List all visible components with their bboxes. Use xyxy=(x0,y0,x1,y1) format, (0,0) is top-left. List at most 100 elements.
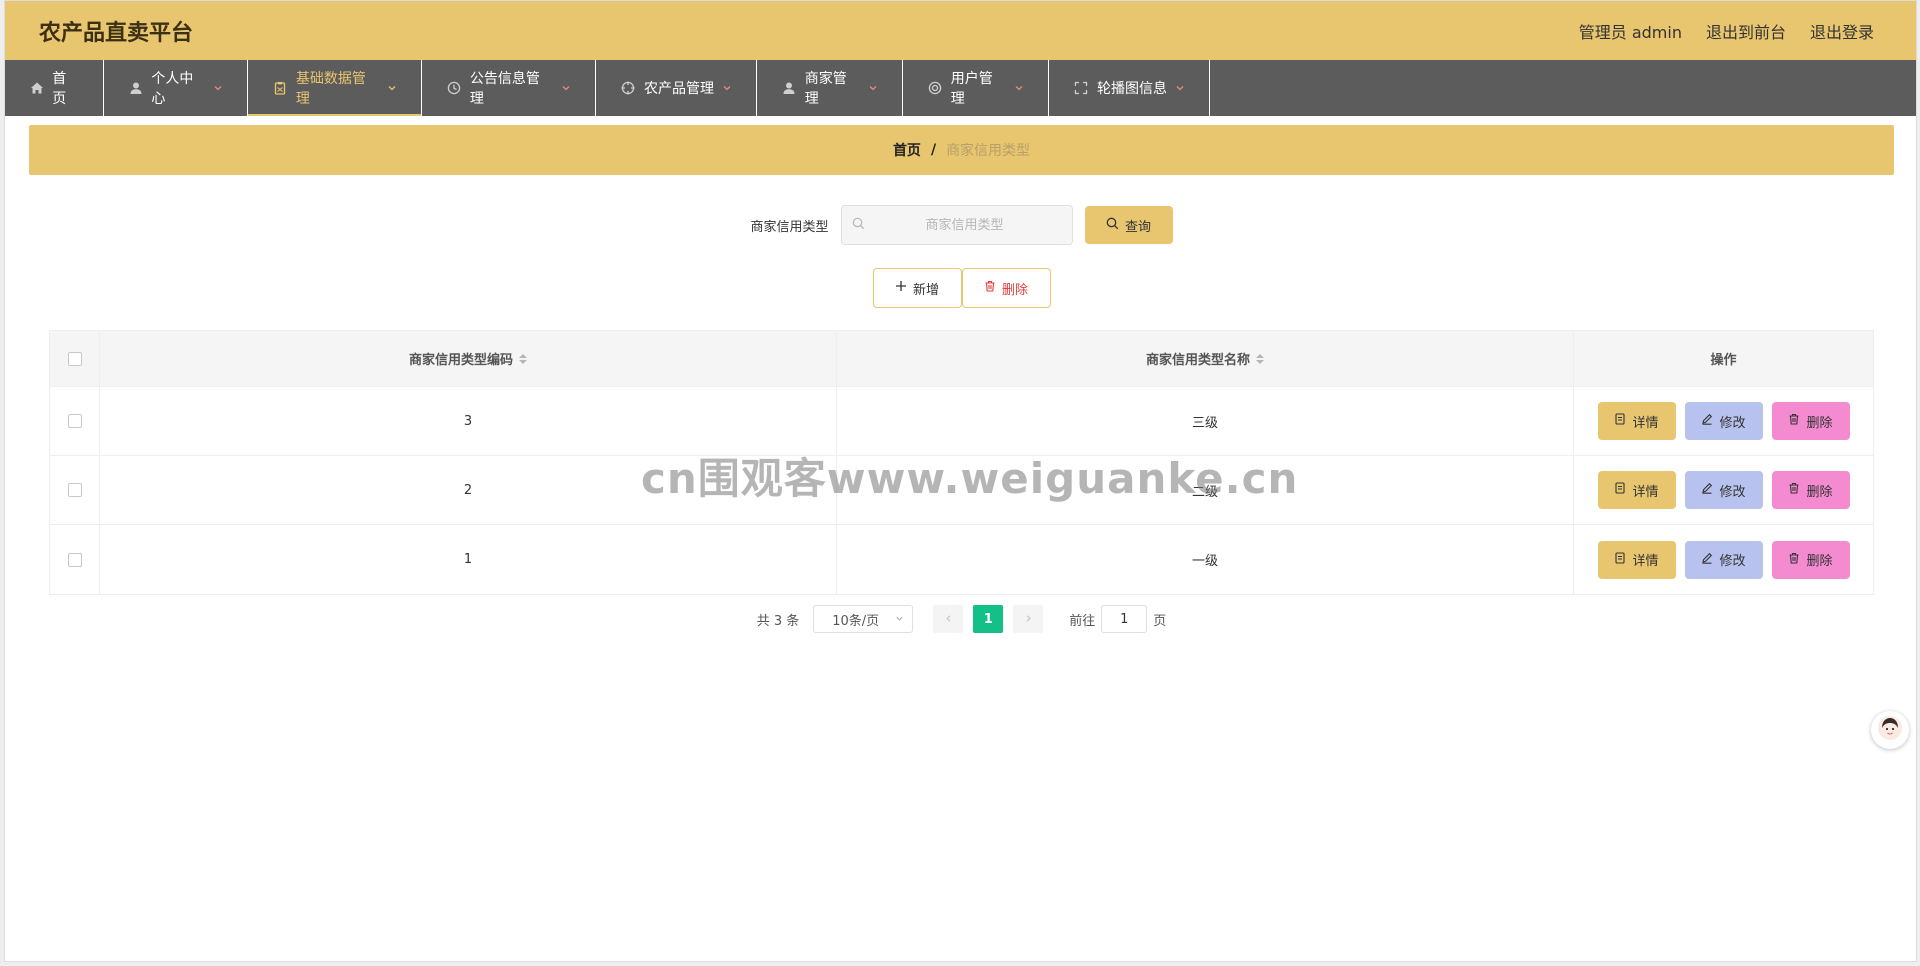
row-checkbox[interactable] xyxy=(67,414,82,428)
chevron-right-icon xyxy=(1024,612,1033,627)
header-user-area: 管理员 admin 退出到前台 退出登录 xyxy=(1579,19,1874,43)
nav-label: 首页 xyxy=(52,71,67,107)
search-label: 商家信用类型 xyxy=(750,219,829,235)
home-icon xyxy=(29,80,44,96)
exit-to-front-link[interactable]: 退出到前台 xyxy=(1706,19,1786,43)
pagination: 共 3 条 10条/页 1 前往 页 xyxy=(29,605,1894,633)
detail-button[interactable]: 详情 xyxy=(1597,471,1676,509)
search-field-wrapper xyxy=(840,205,1073,245)
edit-button[interactable]: 修改 xyxy=(1684,471,1763,509)
nav-label: 公告信息管理 xyxy=(469,71,540,107)
cell-code: 2 xyxy=(100,456,837,524)
nav-item-carousel[interactable]: 轮播图信息 xyxy=(1049,60,1210,116)
fullscreen-icon xyxy=(1073,80,1089,96)
table-row: 1 一级 详情 修改 删除 xyxy=(50,525,1873,594)
chevron-down-icon xyxy=(213,83,223,93)
nav-item-products[interactable]: 农产品管理 xyxy=(596,60,757,116)
row-check-cell xyxy=(50,456,100,524)
nav-label: 个人中心 xyxy=(151,71,194,107)
breadcrumb-current: 商家信用类型 xyxy=(946,143,1031,159)
app-title: 农产品直卖平台 xyxy=(39,20,194,46)
prev-page-button[interactable] xyxy=(933,605,964,633)
breadcrumb-separator: / xyxy=(930,142,937,158)
query-button[interactable]: 查询 xyxy=(1084,206,1173,244)
search-icon xyxy=(1106,217,1119,234)
row-checkbox[interactable] xyxy=(67,552,82,567)
sort-icon[interactable] xyxy=(519,353,527,364)
nav-item-merchants[interactable]: 商家管理 xyxy=(757,60,903,116)
select-all-checkbox[interactable] xyxy=(67,351,82,366)
person-icon xyxy=(781,80,797,96)
nav-item-users[interactable]: 用户管理 xyxy=(903,60,1049,116)
search-input[interactable] xyxy=(874,217,1055,233)
document-icon xyxy=(1614,482,1626,498)
edit-button[interactable]: 修改 xyxy=(1684,540,1763,579)
detail-button[interactable]: 详情 xyxy=(1597,540,1676,579)
column-header-code[interactable]: 商家信用类型编码 xyxy=(100,331,837,386)
edit-label: 修改 xyxy=(1719,484,1746,500)
support-avatar[interactable] xyxy=(1871,711,1909,749)
breadcrumb-home[interactable]: 首页 xyxy=(893,140,921,160)
column-header-name[interactable]: 商家信用类型名称 xyxy=(837,331,1574,386)
nav-item-home[interactable]: 首页 xyxy=(5,60,104,116)
batch-delete-label: 删除 xyxy=(1001,282,1028,298)
add-button-label: 新增 xyxy=(912,282,939,298)
nav-label: 商家管理 xyxy=(804,71,847,107)
edit-button[interactable]: 修改 xyxy=(1684,402,1763,440)
detail-label: 详情 xyxy=(1632,554,1659,569)
cell-name: 一级 xyxy=(837,525,1574,594)
app-frame: 农产品直卖平台 管理员 admin 退出到前台 退出登录 首页 个人中心 基础数… xyxy=(4,0,1917,962)
top-header: 农产品直卖平台 管理员 admin 退出到前台 退出登录 xyxy=(5,1,1916,60)
column-header-label: 操作 xyxy=(1710,353,1737,368)
clipboard-icon xyxy=(272,80,288,96)
pencil-icon xyxy=(1701,482,1713,498)
sort-icon[interactable] xyxy=(1256,353,1264,364)
logout-link[interactable]: 退出登录 xyxy=(1810,19,1874,43)
nav-item-personal-center[interactable]: 个人中心 xyxy=(104,60,248,116)
cell-actions: 详情 修改 删除 xyxy=(1574,456,1873,524)
nav-item-notice[interactable]: 公告信息管理 xyxy=(422,60,596,116)
delete-button[interactable]: 删除 xyxy=(1771,471,1850,509)
detail-button[interactable]: 详情 xyxy=(1597,402,1676,440)
user-icon xyxy=(128,80,143,96)
chevron-left-icon xyxy=(944,612,953,627)
row-check-cell xyxy=(50,525,100,594)
lifebuoy-icon xyxy=(927,80,943,96)
cell-name: 三级 xyxy=(837,387,1574,455)
next-page-button[interactable] xyxy=(1013,605,1044,633)
target-icon xyxy=(620,80,636,96)
page-number-current[interactable]: 1 xyxy=(973,605,1004,633)
content-panel: 商家信用类型 查询 新增 xyxy=(29,185,1894,653)
delete-button[interactable]: 删除 xyxy=(1771,540,1850,579)
goto-page-input[interactable] xyxy=(1101,605,1148,633)
chevron-down-icon xyxy=(1175,83,1185,93)
table-row: 2 二级 详情 修改 删除 xyxy=(50,456,1873,525)
admin-user-label[interactable]: 管理员 admin xyxy=(1579,19,1682,43)
chevron-down-icon xyxy=(561,83,571,93)
edit-label: 修改 xyxy=(1719,415,1746,431)
cell-actions: 详情 修改 删除 xyxy=(1574,525,1873,594)
row-checkbox[interactable] xyxy=(67,483,82,497)
delete-button[interactable]: 删除 xyxy=(1771,402,1850,440)
goto-suffix: 页 xyxy=(1153,613,1167,629)
batch-delete-button[interactable]: 删除 xyxy=(961,268,1051,308)
query-button-label: 查询 xyxy=(1124,219,1151,235)
delete-label: 删除 xyxy=(1806,484,1833,500)
chevron-down-icon xyxy=(387,83,397,93)
document-icon xyxy=(1614,551,1626,568)
page-size-value: 10条/页 xyxy=(832,613,880,629)
chevron-down-icon xyxy=(868,83,878,93)
trash-icon xyxy=(1788,413,1800,429)
main-nav: 首页 个人中心 基础数据管理 公告信息管理 农产品管理 商家管理 用户管理 轮播… xyxy=(5,60,1916,116)
trash-icon xyxy=(1788,552,1800,568)
pagination-total: 共 3 条 xyxy=(756,613,800,629)
column-header-label: 商家信用类型名称 xyxy=(1145,353,1250,368)
nav-label: 农产品管理 xyxy=(644,81,714,97)
page-size-select[interactable]: 10条/页 xyxy=(813,605,914,633)
add-button[interactable]: 新增 xyxy=(872,268,962,308)
clock-icon xyxy=(446,80,462,96)
credit-type-table: 商家信用类型编码 商家信用类型名称 操作 3 三级 详情 修改 删除 2 二级 … xyxy=(49,330,1874,595)
avatar-icon xyxy=(1877,715,1903,745)
nav-item-basic-data[interactable]: 基础数据管理 xyxy=(248,60,422,116)
search-icon xyxy=(852,217,865,234)
